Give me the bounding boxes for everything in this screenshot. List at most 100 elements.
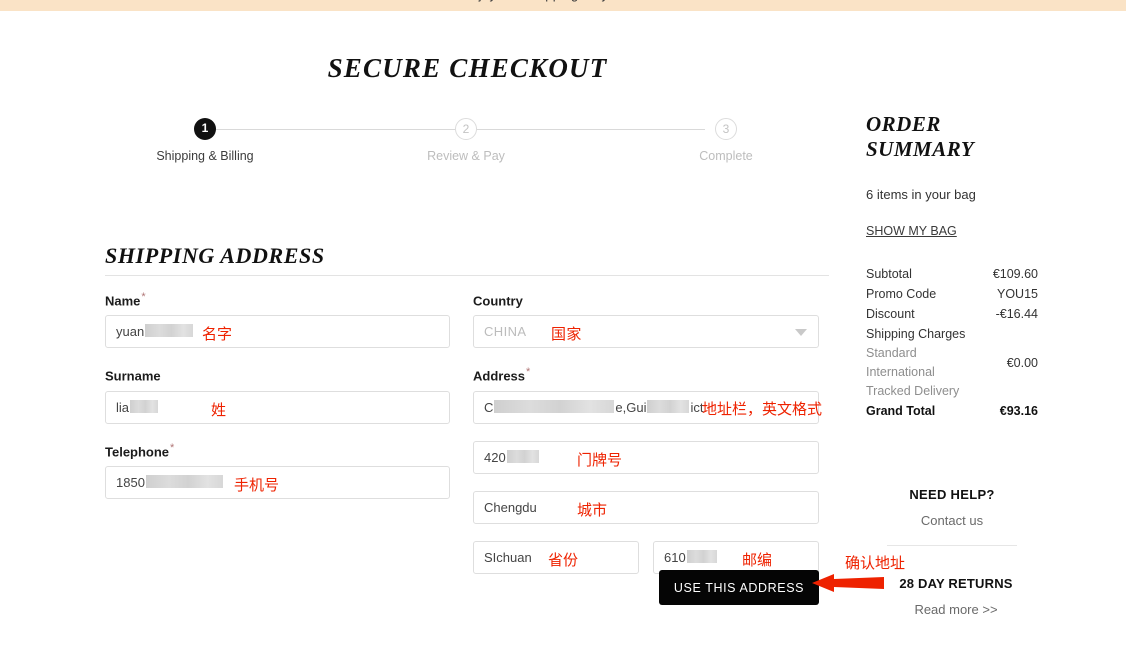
address-line2-input[interactable]: 420 门牌号	[473, 440, 819, 474]
step-number-badge: 1	[194, 118, 216, 140]
country-field-label: Country	[473, 290, 819, 308]
use-this-address-button[interactable]: USE THIS ADDRESS	[659, 570, 819, 605]
address-label-text: Address	[473, 368, 526, 384]
postcode-annotation: 邮编	[742, 551, 773, 569]
postcode-input[interactable]: 610 邮编	[653, 540, 819, 574]
step-label: Shipping & Billing	[156, 149, 254, 163]
redaction-block	[506, 449, 539, 463]
redaction-block	[145, 324, 194, 338]
need-help-divider	[887, 545, 1017, 546]
row-value: -€16.44	[995, 307, 1038, 321]
order-summary-title-line2: SUMMARY	[866, 137, 975, 161]
returns-block: 28 DAY RETURNS Read more >>	[866, 576, 1046, 617]
returns-read-more-link[interactable]: Read more >>	[866, 602, 1046, 617]
row-label: Promo Code	[866, 287, 937, 301]
stepper-step-shipping-billing[interactable]: 1 Shipping & Billing	[130, 118, 280, 163]
required-asterisk: *	[141, 291, 146, 303]
shipping-charges-label: Shipping Charges	[866, 327, 966, 341]
province-cell: SIchuan 省份	[473, 540, 639, 574]
name-label-text: Name	[105, 293, 141, 309]
need-help-block: NEED HELP? Contact us	[866, 487, 1038, 546]
surname-input[interactable]: lia 姓	[105, 390, 450, 424]
total-row-subtotal: Subtotal €109.60	[866, 264, 1038, 284]
province-postcode-row: SIchuan 省份 610 邮编	[473, 540, 819, 574]
promo-banner: Enjoy free shipping on your order	[0, 0, 1126, 11]
city-input[interactable]: Chengdu 城市	[473, 490, 819, 524]
shipping-method-line-3: Tracked Delivery	[866, 384, 960, 398]
address-line1-prefix: C	[484, 399, 494, 415]
row-label: Subtotal	[866, 267, 912, 281]
shipping-section-divider	[105, 275, 829, 276]
address-line1-mid: e,Gui	[615, 399, 647, 415]
surname-label-text: Surname	[105, 368, 161, 384]
province-annotation: 省份	[548, 551, 579, 569]
row-label: Discount	[866, 307, 915, 321]
shipping-charges-group: Shipping Charges Standard International …	[866, 324, 965, 401]
step-number-badge: 3	[715, 118, 737, 140]
required-asterisk: *	[526, 366, 531, 379]
redaction-block	[647, 399, 690, 413]
total-row-discount: Discount -€16.44	[866, 304, 1038, 324]
telephone-field-label: Telephone*	[105, 441, 450, 459]
city-annotation: 城市	[577, 501, 608, 519]
need-help-title: NEED HELP?	[909, 487, 995, 502]
step-label: Review & Pay	[427, 149, 505, 163]
stepper-step-complete[interactable]: 3 Complete	[651, 118, 801, 163]
stepper-step-review-pay[interactable]: 2 Review & Pay	[391, 118, 541, 163]
chevron-down-icon[interactable]	[795, 328, 807, 336]
province-input[interactable]: SIchuan 省份	[473, 540, 639, 574]
total-row-promo-code: Promo Code YOU15	[866, 284, 1038, 304]
telephone-annotation: 手机号	[234, 476, 280, 494]
redaction-block	[494, 399, 615, 413]
row-value: €109.60	[992, 267, 1038, 281]
returns-title: 28 DAY RETURNS	[899, 576, 1013, 591]
promo-banner-text: Enjoy free shipping on your order	[0, 0, 1126, 2]
name-input[interactable]: yuan 名字	[105, 315, 450, 349]
order-summary-panel: ORDER SUMMARY 6 items in your bag SHOW M…	[866, 112, 1038, 421]
page-title: SECURE CHECKOUT	[327, 53, 608, 83]
telephone-label-text: Telephone	[105, 443, 170, 459]
surname-annotation: 姓	[211, 401, 227, 419]
name-field-label: Name*	[105, 290, 450, 308]
address-line2-annotation: 门牌号	[577, 451, 623, 469]
contact-us-link[interactable]: Contact us	[866, 513, 1038, 528]
name-annotation: 名字	[202, 326, 233, 344]
shipping-method-line-2: International	[866, 365, 935, 379]
total-row-shipping-charges: Shipping Charges Standard International …	[866, 324, 1038, 401]
country-annotation: 国家	[551, 326, 582, 344]
surname-field-label: Surname	[105, 365, 450, 383]
shipping-charges-value: €0.00	[1006, 355, 1038, 370]
address-line1-annotation: 地址栏，英文格式	[702, 400, 823, 418]
telephone-input[interactable]: 1850 手机号	[105, 465, 450, 499]
country-select-value: CHINA	[484, 324, 527, 340]
order-summary-title-line1: ORDER	[866, 112, 941, 136]
shipping-method-line-1: Standard	[866, 346, 917, 360]
country-select[interactable]: CHINA 国家	[473, 315, 819, 349]
postcode-cell: 610 邮编	[653, 540, 819, 574]
submit-annotation: 确认地址	[845, 555, 906, 572]
grand-total-value: €93.16	[999, 404, 1038, 418]
telephone-input-value: 1850	[116, 474, 145, 490]
redaction-block	[145, 474, 223, 488]
order-totals: Subtotal €109.60 Promo Code YOU15 Discou…	[866, 264, 1038, 421]
redaction-block	[686, 549, 717, 563]
shipping-left-column: Name* yuan 名字 Surname lia 姓 Telephone* 1…	[105, 290, 450, 516]
country-label-text: Country	[473, 293, 523, 309]
grand-total-label: Grand Total	[866, 404, 936, 418]
row-value: YOU15	[997, 287, 1038, 301]
address-line2-value: 420	[484, 449, 506, 465]
name-input-value: yuan	[116, 324, 145, 340]
address-line1-input[interactable]: Ce,Gui ict 地址栏，英文格式	[473, 390, 823, 424]
order-summary-title: ORDER SUMMARY	[866, 112, 1038, 162]
redaction-block	[130, 399, 159, 413]
shipping-right-column: Country CHINA 国家 Address* Ce,Gui ict 地址栏，…	[473, 290, 823, 574]
province-input-value: SIchuan	[484, 549, 532, 565]
show-my-bag-link[interactable]: SHOW MY BAG	[866, 224, 957, 238]
step-label: Complete	[699, 149, 753, 163]
required-asterisk: *	[170, 441, 175, 454]
address-field-label: Address*	[473, 365, 819, 383]
shipping-address-heading: SHIPPING ADDRESS	[105, 243, 325, 268]
surname-input-value: lia	[116, 399, 130, 415]
step-number-badge: 2	[455, 118, 477, 140]
checkout-stepper: 1 Shipping & Billing 2 Review & Pay 3 Co…	[150, 118, 760, 168]
